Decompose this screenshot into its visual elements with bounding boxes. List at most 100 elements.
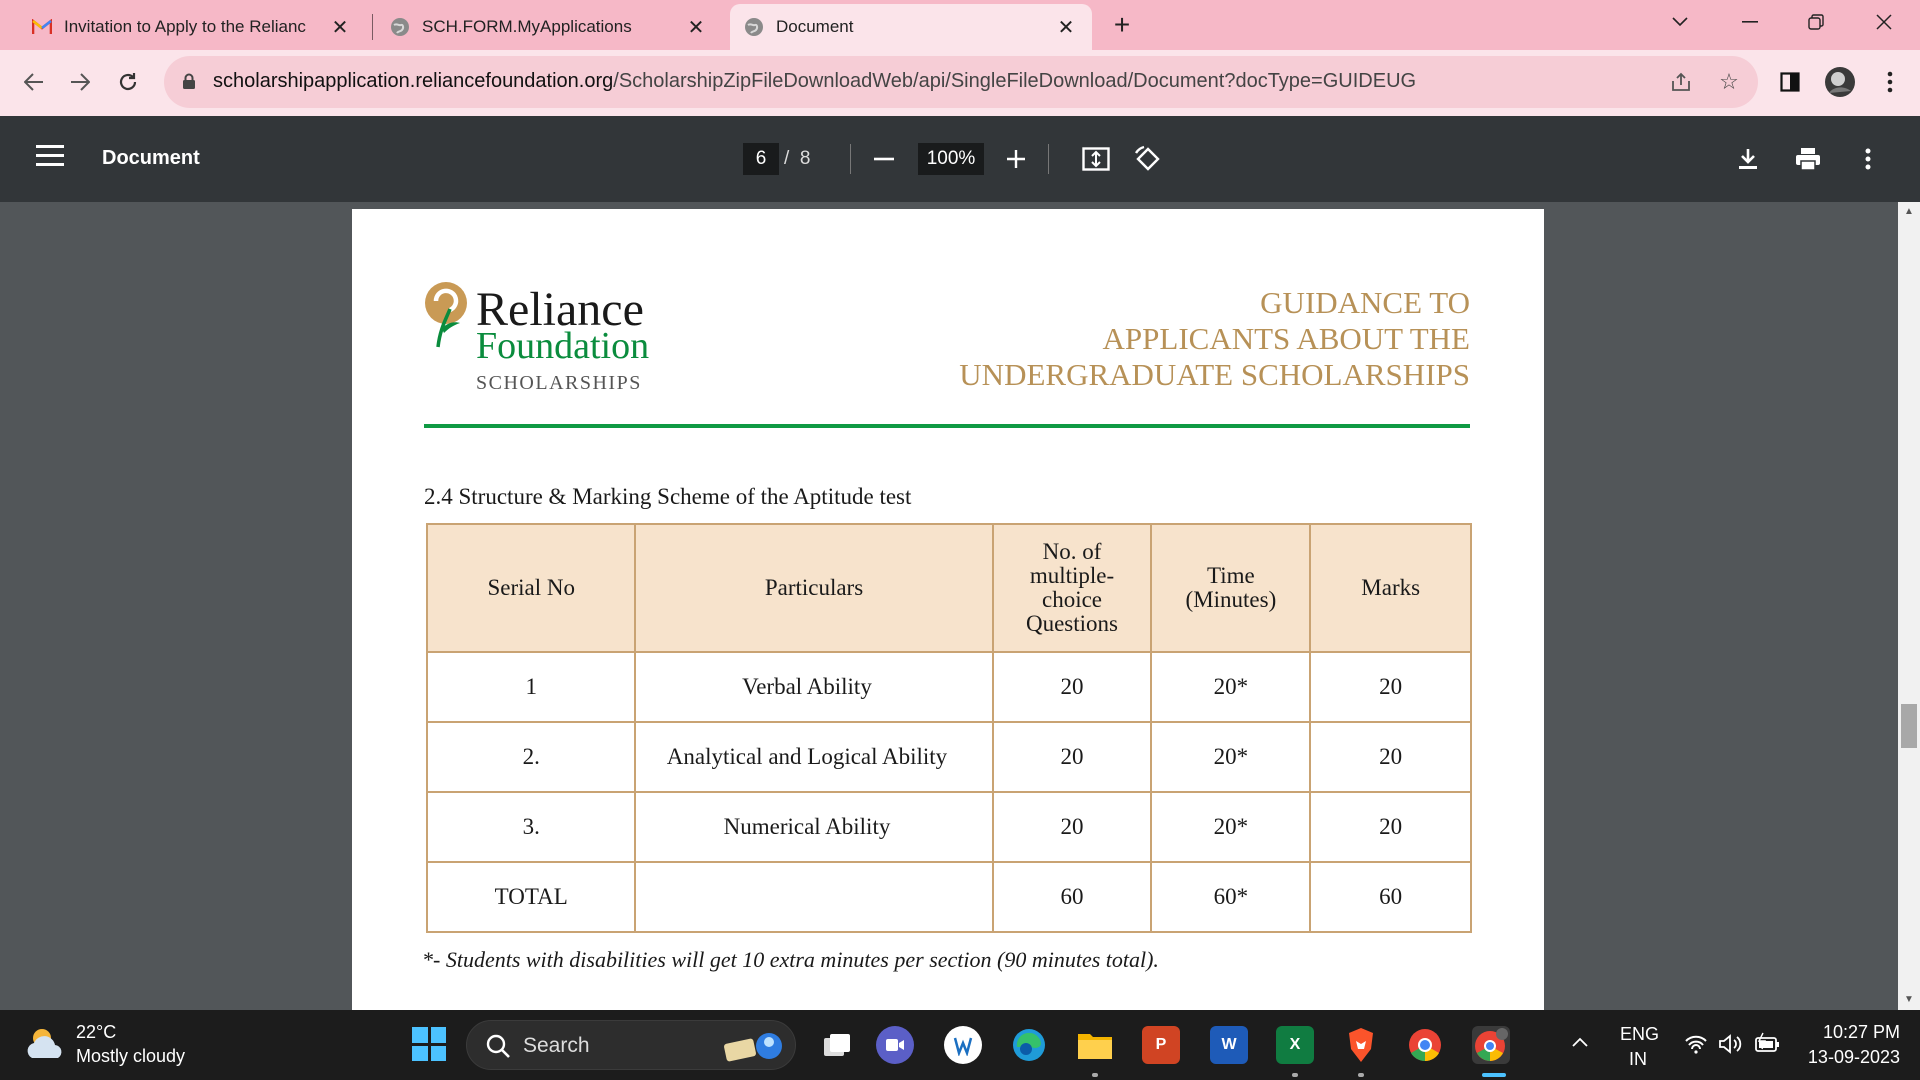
table-cell: 20 [991, 721, 1153, 793]
table-cell: 20 [1309, 791, 1472, 863]
task-view-icon[interactable] [818, 1026, 856, 1064]
total-pages: 8 [799, 148, 811, 169]
reload-icon[interactable] [110, 64, 146, 100]
running-indicator [1292, 1073, 1298, 1077]
address-toolbar: scholarshipapplication.reliancefoundatio… [0, 50, 1920, 116]
download-icon[interactable] [1730, 141, 1766, 177]
tab-my-applications[interactable]: SCH.FORM.MyApplications ✕ [376, 4, 722, 50]
taskbar-search[interactable]: Search [466, 1020, 796, 1070]
page-separator: / [784, 148, 790, 169]
browser-menu-icon[interactable] [1872, 64, 1908, 100]
volume-icon[interactable] [1718, 1034, 1742, 1059]
share-icon[interactable] [1668, 69, 1694, 95]
table-cell: 20 [1309, 721, 1472, 793]
guidance-line: GUIDANCE TO [1260, 285, 1470, 320]
clock-time: 10:27 PM [1822, 1022, 1900, 1042]
table-cell: 20 [1309, 651, 1472, 723]
table-header-row: Serial No Particulars No. of multiple-ch… [425, 523, 1472, 653]
weather-cloudy-icon[interactable] [24, 1024, 68, 1064]
scroll-down-arrow-icon[interactable]: ▼ [1903, 994, 1915, 1005]
close-tab-icon[interactable]: ✕ [328, 15, 352, 40]
url-bar[interactable]: scholarshipapplication.reliancefoundatio… [164, 56, 1758, 108]
table-cell: 20* [1150, 791, 1312, 863]
column-header: No. of multiple-choice Questions [991, 523, 1153, 653]
logo-text-foundation: Foundation [476, 325, 650, 367]
table-cell: TOTAL [425, 861, 637, 933]
tab-document[interactable]: Document ✕ [730, 4, 1092, 50]
table-cell: 1 [425, 651, 637, 723]
tab-gmail-invitation[interactable]: Invitation to Apply to the Relianc ✕ [18, 4, 366, 50]
close-tab-icon[interactable]: ✕ [684, 15, 708, 40]
toolbar-divider [1048, 144, 1049, 174]
column-header: Time (Minutes) [1150, 523, 1312, 653]
table-cell: 20* [1150, 721, 1312, 793]
table-cell: 60 [991, 861, 1153, 933]
chrome-profile-icon[interactable] [1472, 1026, 1510, 1064]
rotate-icon[interactable] [1130, 141, 1166, 177]
running-indicator [1358, 1073, 1364, 1077]
wifi-icon[interactable] [1684, 1034, 1708, 1059]
word-icon[interactable]: W [1210, 1026, 1248, 1064]
url-path: /ScholarshipZipFileDownloadWeb/api/Singl… [613, 70, 1417, 92]
brave-browser-icon[interactable] [1342, 1026, 1380, 1064]
zoom-in-icon[interactable] [998, 141, 1034, 177]
scrollbar-thumb[interactable] [1901, 704, 1917, 748]
pdf-toolbar: Document 6 / 8 100% [0, 116, 1920, 202]
edge-browser-icon[interactable] [1010, 1026, 1048, 1064]
excel-icon[interactable]: X [1276, 1026, 1314, 1064]
zoom-level-input[interactable]: 100% [918, 143, 984, 175]
language-indicator[interactable]: ENG IN [1620, 1024, 1659, 1070]
minimize-icon[interactable] [1722, 0, 1778, 44]
tab-search-chevron-icon[interactable] [1652, 0, 1708, 44]
bookmark-star-icon[interactable]: ☆ [1716, 69, 1742, 95]
table-row: 3. Numerical Ability 20 20* 20 [425, 791, 1472, 863]
table-cell: Verbal Ability [634, 651, 994, 723]
guidance-heading: GUIDANCE TO APPLICANTS ABOUT THE UNDERGR… [910, 285, 1470, 393]
close-window-icon[interactable] [1856, 0, 1912, 44]
hamburger-menu-icon[interactable] [36, 145, 64, 169]
teams-chat-icon[interactable] [876, 1026, 914, 1064]
battery-charging-icon[interactable] [1754, 1032, 1780, 1059]
profile-avatar[interactable] [1822, 64, 1858, 100]
powerpoint-icon[interactable]: P [1142, 1026, 1180, 1064]
logo-text-scholarships: SCHOLARSHIPS [476, 372, 642, 394]
page-number-input[interactable]: 6 [743, 143, 779, 175]
url-domain: scholarshipapplication.reliancefoundatio… [213, 70, 614, 92]
more-options-icon[interactable] [1850, 141, 1886, 177]
marking-scheme-table: Serial No Particulars No. of multiple-ch… [425, 523, 1472, 933]
close-tab-icon[interactable]: ✕ [1054, 15, 1078, 40]
weather-temperature[interactable]: 22°C [76, 1022, 116, 1043]
fit-to-page-icon[interactable] [1078, 141, 1114, 177]
side-panel-icon[interactable] [1772, 64, 1808, 100]
back-arrow-icon[interactable] [16, 64, 52, 100]
lock-icon[interactable] [182, 73, 196, 89]
restore-icon[interactable] [1788, 0, 1844, 44]
search-label: Search [523, 1034, 590, 1057]
column-header: Particulars [634, 523, 994, 653]
guidance-line: APPLICANTS ABOUT THE [1102, 321, 1470, 356]
section-title: 2.4 Structure & Marking Scheme of the Ap… [424, 484, 912, 509]
file-explorer-icon[interactable] [1076, 1026, 1114, 1064]
globe-icon [390, 17, 410, 37]
table-cell: 60* [1150, 861, 1312, 933]
new-tab-button[interactable]: + [1106, 8, 1138, 42]
scroll-up-arrow-icon[interactable]: ▲ [1903, 206, 1915, 217]
chrome-icon[interactable] [1406, 1026, 1444, 1064]
pdf-viewer[interactable]: Reliance Foundation SCHOLARSHIPS GUIDANC… [0, 202, 1920, 1010]
windows-start-icon[interactable] [412, 1027, 446, 1061]
show-hidden-icons-chevron-icon[interactable] [1572, 1034, 1588, 1052]
forward-arrow-icon[interactable] [62, 64, 98, 100]
column-header: Serial No [425, 523, 637, 653]
app-circle-icon[interactable] [944, 1026, 982, 1064]
vertical-scrollbar[interactable]: ▲ ▼ [1898, 202, 1920, 1010]
print-icon[interactable] [1790, 141, 1826, 177]
url-text: scholarshipapplication.reliancefoundatio… [213, 70, 1416, 93]
tab-separator [372, 14, 373, 40]
table-cell: 20* [1150, 651, 1312, 723]
weather-description[interactable]: Mostly cloudy [76, 1046, 185, 1067]
column-header: Marks [1309, 523, 1472, 653]
table-cell: Analytical and Logical Ability [634, 721, 994, 793]
system-clock[interactable]: 10:27 PM 13-09-2023 [1796, 1022, 1900, 1068]
zoom-out-icon[interactable] [866, 141, 902, 177]
browser-tab-bar: Invitation to Apply to the Relianc ✕ SCH… [0, 0, 1920, 50]
